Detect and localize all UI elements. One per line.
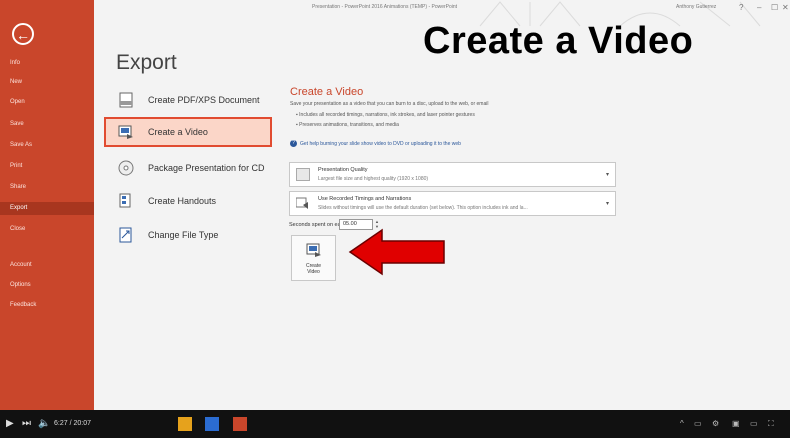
sidebar-item-info[interactable]: Info <box>10 60 20 66</box>
help-link[interactable]: Get help burning your slide show video t… <box>300 141 461 147</box>
next-icon[interactable]: ⏭ <box>22 418 31 429</box>
dropdown-title: Use Recorded Timings and Narrations <box>318 196 412 202</box>
export-option-pdf[interactable]: Create PDF/XPS Document <box>104 85 272 115</box>
file-type-icon <box>119 227 132 243</box>
volume-icon[interactable]: 🔈 <box>38 418 50 429</box>
export-option-create-video[interactable]: Create a Video <box>104 117 272 147</box>
powerpoint-icon[interactable] <box>233 417 247 431</box>
fullscreen-icon[interactable]: ⛶ <box>768 419 774 429</box>
file-explorer-icon[interactable] <box>178 417 192 431</box>
bullet-item: ▪ Preserves animations, transitions, and… <box>296 122 399 128</box>
sidebar-item-open[interactable]: Open <box>10 99 25 105</box>
create-video-label-line2: Video <box>307 269 320 275</box>
pdf-document-icon <box>119 92 133 108</box>
bullet-text: Preserves animations, transitions, and m… <box>299 122 399 128</box>
red-arrow-annotation <box>348 228 445 276</box>
maximize-icon[interactable]: ☐ <box>771 3 778 12</box>
dropdown-title: Presentation Quality <box>318 167 368 173</box>
timings-dropdown[interactable]: Use Recorded Timings and Narrations Slid… <box>289 191 616 216</box>
disc-icon <box>118 160 134 176</box>
arrow-left-icon[interactable]: ← <box>12 23 34 45</box>
sidebar-item-export[interactable]: Export <box>0 202 94 215</box>
export-option-label: Create PDF/XPS Document <box>148 95 260 105</box>
sidebar-item-options[interactable]: Options <box>10 282 31 288</box>
help-circle-icon: ? <box>290 140 297 147</box>
export-option-change-file-type[interactable]: Change File Type <box>104 220 272 250</box>
bullet-text: Includes all recorded timings, narration… <box>299 112 475 118</box>
backstage-sidebar: ← Info New Open Save Save As Print Share… <box>0 0 94 410</box>
video-title-overlay: Create a Video <box>423 20 694 62</box>
create-video-button[interactable]: Create Video <box>291 235 336 281</box>
panel-description: Save your presentation as a video that y… <box>290 101 489 107</box>
sidebar-item-feedback[interactable]: Feedback <box>10 302 36 308</box>
chevron-down-icon: ▾ <box>605 172 609 178</box>
sidebar-item-share[interactable]: Share <box>10 184 26 190</box>
miniplayer-icon[interactable]: ▣ <box>732 419 740 428</box>
panel-title: Create a Video <box>290 86 364 98</box>
bullet-item: ▪ Includes all recorded timings, narrati… <box>296 112 475 118</box>
play-icon[interactable]: ▶ <box>6 418 14 429</box>
export-option-handouts[interactable]: Create Handouts <box>104 186 272 216</box>
dropdown-subtitle: Largest file size and highest quality (1… <box>318 176 429 182</box>
export-option-label: Create a Video <box>148 127 208 137</box>
subtitles-icon[interactable]: ▭ <box>694 419 702 428</box>
quality-dropdown[interactable]: Presentation Quality Largest file size a… <box>289 162 616 187</box>
player-controls: ▶ ⏭ 🔈 6:27 / 20:07 ^ ▭ ⚙ ▣ ▭ ⛶ <box>0 410 790 438</box>
sidebar-item-account[interactable]: Account <box>10 262 32 268</box>
video-icon <box>306 243 321 257</box>
export-option-label: Change File Type <box>148 230 219 240</box>
export-option-label: Package Presentation for CD <box>148 163 265 173</box>
export-option-label: Create Handouts <box>148 196 217 206</box>
sidebar-item-new[interactable]: New <box>10 79 22 85</box>
page-title: Export <box>116 51 177 74</box>
sidebar-item-save-as[interactable]: Save As <box>10 142 32 148</box>
chevron-down-icon: ▾ <box>605 201 609 207</box>
powerpoint-window: ← Info New Open Save Save As Print Share… <box>0 0 790 410</box>
export-option-package-cd[interactable]: Package Presentation for CD <box>104 153 272 183</box>
handouts-icon <box>119 193 131 208</box>
window-title: Presentation - PowerPoint 2016 Animation… <box>312 4 458 10</box>
dropdown-subtitle: Slides without timings will use the defa… <box>318 205 528 211</box>
settings-icon[interactable]: ⚙ <box>712 419 719 428</box>
theater-icon[interactable]: ▭ <box>750 419 758 428</box>
quality-icon <box>296 168 310 181</box>
sidebar-item-print[interactable]: Print <box>10 163 22 169</box>
create-video-label: Create Video <box>292 263 335 275</box>
store-icon[interactable] <box>205 417 219 431</box>
chevron-up-icon[interactable]: ^ <box>680 419 684 428</box>
speaker-icon <box>296 197 308 209</box>
sidebar-item-close[interactable]: Close <box>10 226 25 232</box>
sidebar-item-save[interactable]: Save <box>10 121 24 127</box>
close-icon[interactable]: ✕ <box>782 3 789 12</box>
time-readout: 6:27 / 20:07 <box>54 420 91 427</box>
video-icon <box>118 125 133 139</box>
